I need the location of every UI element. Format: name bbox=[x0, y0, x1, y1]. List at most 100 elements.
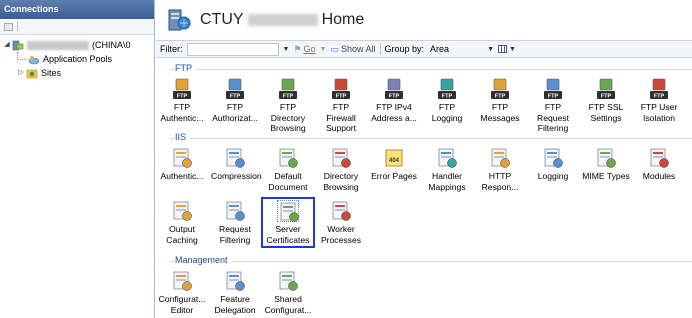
sites-icon bbox=[26, 68, 38, 79]
feature-tile-label: Authentic... bbox=[160, 171, 204, 181]
http-response-icon-graphic bbox=[491, 148, 510, 168]
feature-tile-ftp-ssl[interactable]: FTP FTP SSL Settings bbox=[582, 78, 630, 123]
feature-tile-default-document[interactable]: Default Document bbox=[264, 147, 312, 192]
feature-tile-ftp-authentication[interactable]: FTP FTP Authentic... bbox=[158, 78, 206, 123]
feature-tile-ftp-logging[interactable]: FTP FTP Logging bbox=[423, 78, 471, 123]
authentication-icon bbox=[171, 147, 193, 169]
ftp-directory-browsing-icon-graphic bbox=[281, 78, 295, 91]
feature-tile-compression[interactable]: Compression bbox=[211, 147, 262, 182]
feature-tile-mime-types[interactable]: MIME Types bbox=[582, 147, 630, 182]
ftp-logging-icon-graphic bbox=[440, 78, 454, 91]
feature-tile-authentication[interactable]: Authentic... bbox=[158, 147, 206, 182]
collapse-arrow-icon[interactable]: ◢ bbox=[3, 38, 11, 52]
filter-input[interactable] bbox=[186, 42, 279, 56]
feature-tile-ftp-firewall[interactable]: FTP FTP Firewall Support bbox=[317, 78, 365, 134]
go-button[interactable]: ⚑ Go bbox=[293, 44, 315, 55]
view-dropdown-icon: ▼ bbox=[509, 45, 516, 53]
compression-icon-graphic bbox=[229, 152, 239, 154]
feature-tile-configuration-editor[interactable]: Configurat... Editor bbox=[158, 270, 206, 315]
connections-tree: ◢ (CHINA\0 Application Pools ▷ Sites bbox=[0, 35, 154, 80]
feature-tile-feature-delegation[interactable]: Feature Delegation bbox=[211, 270, 259, 315]
section-ftp-header: FTP bbox=[156, 63, 692, 75]
show-all-label: Show All bbox=[340, 44, 376, 54]
feature-tile-label: Configurat... Editor bbox=[158, 294, 206, 315]
show-all-button[interactable]: ▭ Show All bbox=[330, 44, 375, 55]
server-certificates-icon-graphic bbox=[280, 202, 299, 222]
handler-mappings-icon-graphic bbox=[447, 158, 457, 168]
feature-tile-label: FTP User Isolation bbox=[640, 102, 678, 123]
feature-tile-label: Output Caching bbox=[166, 224, 198, 245]
ftp-messages-icon-graphic: FTP bbox=[495, 94, 506, 100]
group-by-select[interactable]: Area ▼ bbox=[428, 43, 494, 56]
feature-tile-request-filtering[interactable]: Request Filtering bbox=[211, 200, 259, 245]
view-button[interactable]: ▼ bbox=[498, 45, 516, 53]
feature-tile-directory-browsing[interactable]: Directory Browsing bbox=[317, 147, 365, 192]
compression-icon bbox=[224, 147, 246, 169]
feature-tile-label: Error Pages bbox=[371, 171, 417, 181]
output-caching-icon bbox=[171, 200, 193, 222]
feature-tile-label: Worker Processes bbox=[320, 224, 362, 245]
modules-icon bbox=[648, 147, 670, 169]
authentication-icon-graphic bbox=[182, 158, 192, 168]
worker-processes-icon-graphic bbox=[335, 209, 345, 211]
filter-bar: Filter: ▼ ⚑ Go ▼ ▭ Show All Group by: Ar… bbox=[156, 40, 692, 58]
connect-icon[interactable] bbox=[4, 22, 13, 31]
feature-tile-ftp-user-isolation[interactable]: FTP FTP User Isolation bbox=[635, 78, 683, 123]
filter-dropdown-icon[interactable]: ▼ bbox=[283, 46, 290, 53]
handler-mappings-icon-graphic bbox=[438, 148, 457, 168]
application-pools-icon bbox=[28, 54, 40, 65]
ftp-request-filtering-icon: FTP bbox=[542, 78, 564, 100]
modules-icon-graphic bbox=[659, 158, 669, 168]
feature-tile-label: HTTP Respon... bbox=[481, 171, 519, 192]
section-divider bbox=[170, 69, 692, 70]
feature-tile-label: FTP Logging bbox=[431, 102, 463, 123]
feature-tile-logging[interactable]: Logging bbox=[529, 147, 577, 182]
feature-tile-worker-processes[interactable]: Worker Processes bbox=[317, 200, 365, 245]
feature-tile-ftp-directory-browsing[interactable]: FTP FTP Directory Browsing bbox=[264, 78, 312, 134]
ftp-ipv4-icon-graphic bbox=[387, 78, 401, 91]
feature-tile-label: FTP IPv4 Address a... bbox=[371, 102, 417, 123]
feature-tile-ftp-messages[interactable]: FTP FTP Messages bbox=[476, 78, 524, 123]
tree-node-sites[interactable]: ▷ Sites bbox=[0, 66, 154, 80]
mime-types-icon bbox=[595, 147, 617, 169]
mime-types-icon-graphic bbox=[597, 148, 616, 168]
feature-tile-label: Default Document bbox=[268, 171, 308, 192]
tree-node-server[interactable]: ◢ (CHINA\0 bbox=[0, 38, 154, 52]
feature-tile-ftp-authorization[interactable]: FTP FTP Authorizat... bbox=[211, 78, 259, 123]
feature-tile-handler-mappings[interactable]: Handler Mappings bbox=[423, 147, 471, 192]
feature-tile-http-response[interactable]: HTTP Respon... bbox=[476, 147, 524, 192]
sites-label: Sites bbox=[41, 68, 62, 78]
tree-node-application-pools[interactable]: Application Pools bbox=[0, 52, 154, 66]
ftp-authorization-icon-graphic: FTP bbox=[230, 94, 241, 100]
go-dropdown-icon[interactable]: ▼ bbox=[320, 46, 327, 53]
worker-processes-icon-graphic bbox=[341, 211, 351, 221]
server-certificates-icon-graphic bbox=[283, 206, 293, 208]
toolbar-separator bbox=[17, 22, 18, 31]
output-caching-icon-graphic bbox=[176, 205, 186, 207]
directory-browsing-icon bbox=[330, 147, 352, 169]
feature-tile-server-certificates[interactable]: Server Certificates bbox=[261, 197, 315, 248]
section-management-label: Management bbox=[175, 255, 232, 265]
feature-tile-ftp-request-filtering[interactable]: FTP FTP Request Filtering bbox=[529, 78, 577, 134]
feature-tile-shared-configuration[interactable]: Shared Configurat... bbox=[264, 270, 312, 315]
ftp-user-isolation-icon-graphic: FTP bbox=[650, 78, 668, 100]
section-divider bbox=[170, 261, 692, 262]
feature-tile-output-caching[interactable]: Output Caching bbox=[158, 200, 206, 245]
section-ftp: FTP bbox=[156, 63, 692, 75]
feature-tile-label: Handler Mappings bbox=[428, 171, 466, 192]
expand-arrow-icon[interactable]: ▷ bbox=[17, 66, 25, 80]
feature-tile-modules[interactable]: Modules bbox=[635, 147, 683, 182]
feature-tile-label: MIME Types bbox=[582, 171, 630, 181]
feature-tile-error-pages[interactable]: 404 Error Pages bbox=[370, 147, 418, 182]
feature-tile-ftp-ipv4[interactable]: FTP FTP IPv4 Address a... bbox=[370, 78, 418, 123]
ftp-firewall-icon: FTP bbox=[330, 78, 352, 100]
ftp-request-filtering-icon-graphic: FTP bbox=[544, 78, 562, 100]
handler-mappings-icon-graphic bbox=[441, 156, 451, 158]
feature-tile-label: FTP Messages bbox=[480, 102, 520, 123]
handler-mappings-icon-graphic bbox=[441, 152, 451, 154]
feature-tile-label: Server Certificates bbox=[266, 224, 310, 245]
ftp-logging-icon: FTP bbox=[436, 78, 458, 100]
mime-types-icon-graphic bbox=[600, 152, 610, 154]
http-response-icon-graphic bbox=[494, 152, 504, 154]
default-document-icon bbox=[277, 147, 299, 169]
